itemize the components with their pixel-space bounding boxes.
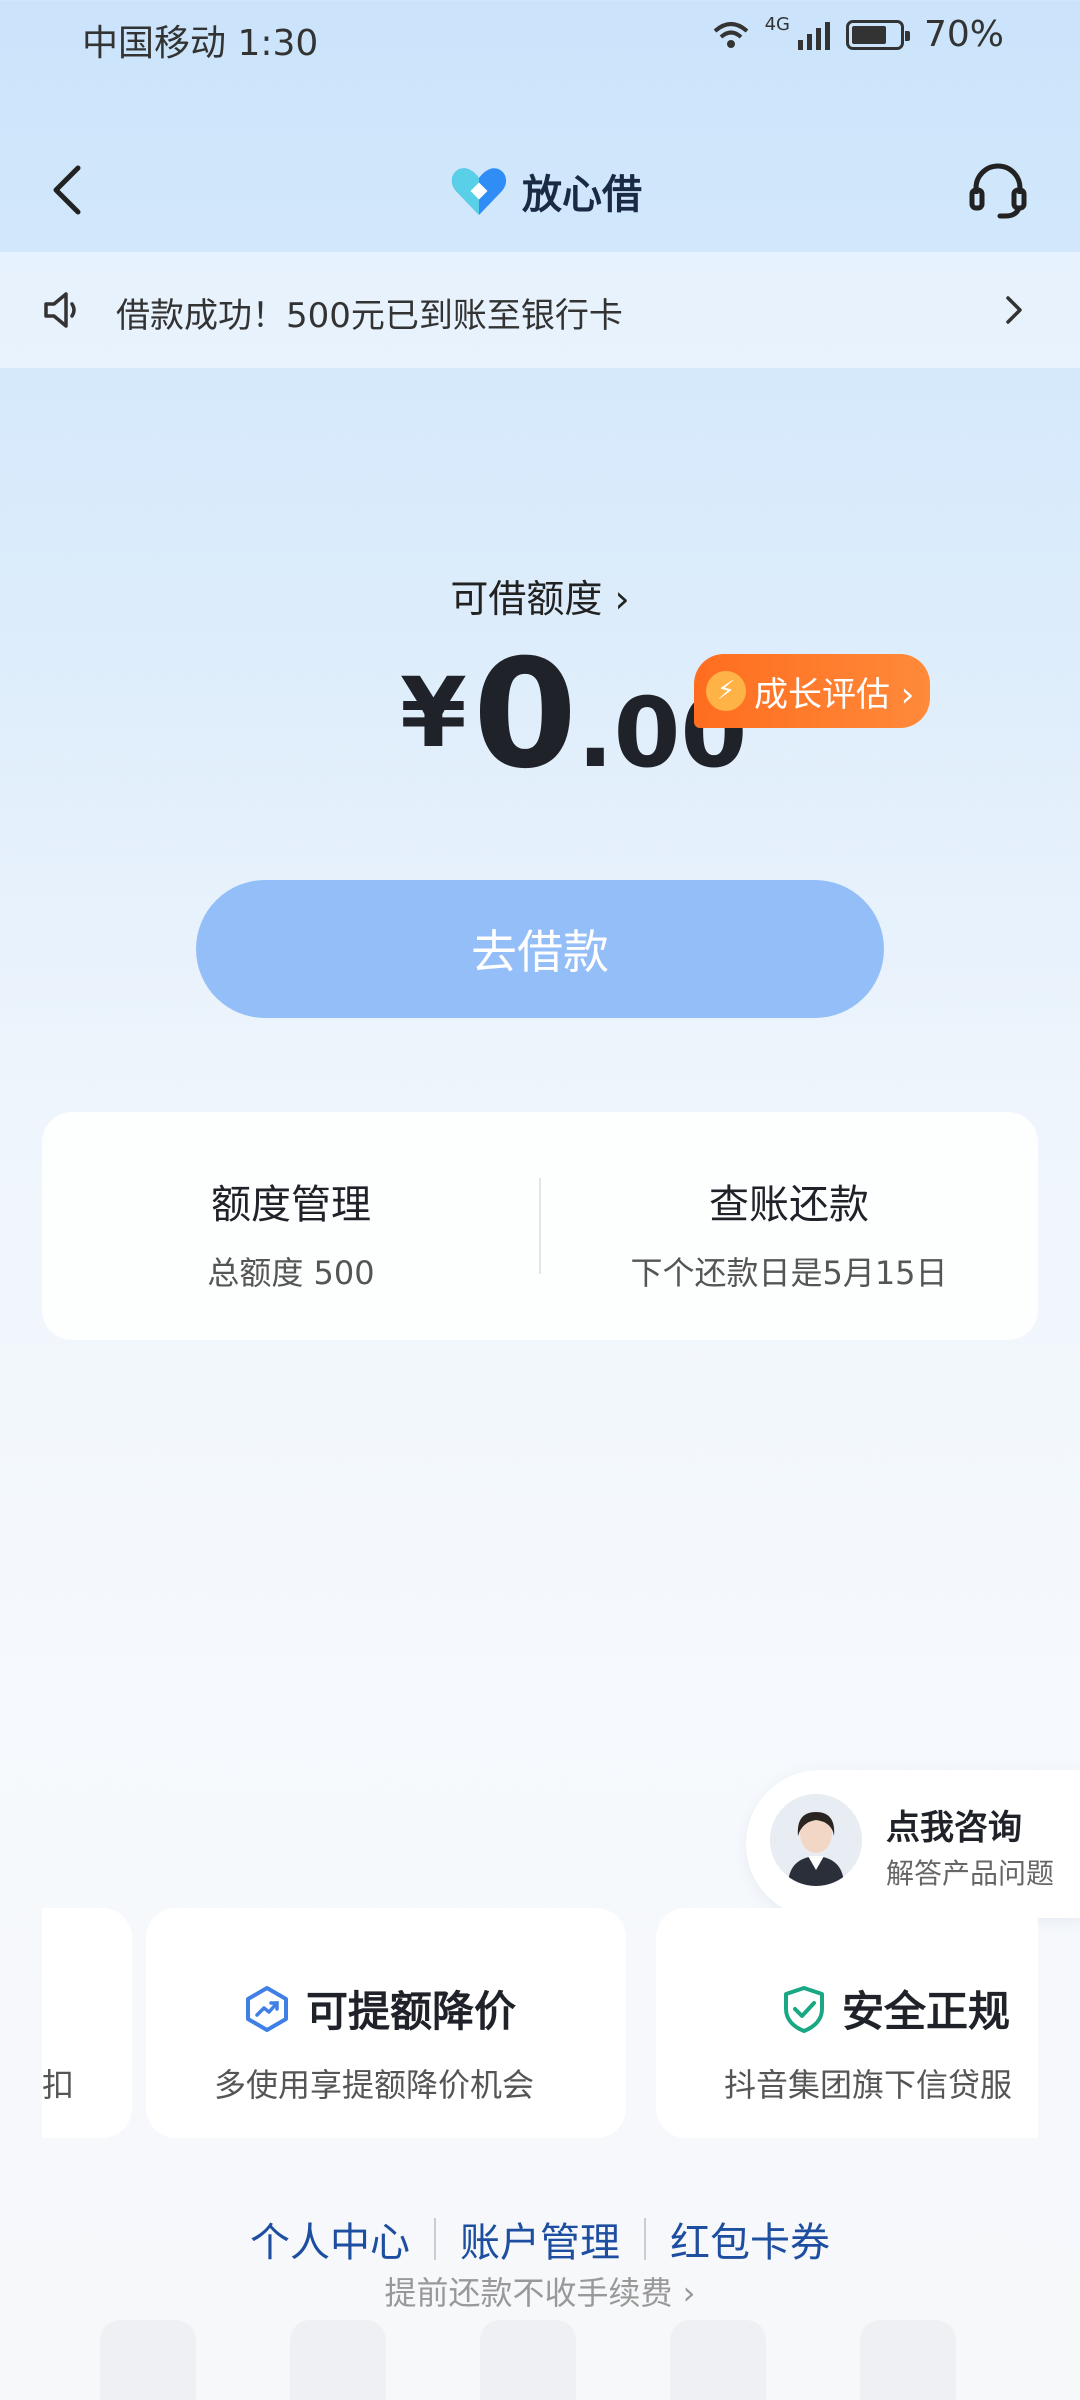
placeholder-block bbox=[290, 2320, 386, 2400]
currency-symbol: ¥ bbox=[400, 657, 467, 769]
feature-card-partial[interactable]: 扣 bbox=[42, 1908, 132, 2138]
placeholder-block bbox=[480, 2320, 576, 2400]
account-management-link[interactable]: 账户管理 bbox=[460, 2210, 620, 2268]
carrier-time: 中国移动 1:30 bbox=[82, 23, 319, 64]
battery-icon bbox=[845, 19, 910, 50]
amount-integer: 0 bbox=[472, 628, 578, 802]
shield-check-icon bbox=[784, 1985, 824, 2033]
quota-management-title: 额度管理 bbox=[211, 1182, 371, 1228]
feature-safe-heading: 安全正规 bbox=[782, 1978, 1010, 2039]
agent-avatar bbox=[770, 1794, 862, 1886]
wifi-icon bbox=[713, 21, 748, 48]
speaker-icon bbox=[44, 292, 76, 328]
heart-logo-icon bbox=[451, 168, 507, 215]
consult-subtitle: 解答产品问题 bbox=[886, 1857, 1055, 1890]
bill-repayment[interactable]: 查账还款 下个还款日是5月15日 bbox=[540, 1172, 1038, 1294]
app-logo: 放心借 bbox=[450, 162, 642, 220]
growth-evaluation-badge[interactable]: ⚡ 成长评估 › bbox=[694, 654, 930, 728]
chevron-right-icon bbox=[1006, 296, 1022, 324]
feature-card-credit-increase[interactable]: 可提额降价 多使用享提额降价机会 bbox=[146, 1908, 626, 2138]
status-bar: 中国移动 1:30 4G 70% bbox=[0, 0, 1080, 80]
next-repayment-date: 下个还款日是5月15日 bbox=[630, 1254, 948, 1292]
back-icon[interactable] bbox=[40, 160, 100, 220]
trend-up-icon bbox=[246, 1985, 288, 2032]
personal-center-link[interactable]: 个人中心 bbox=[250, 2210, 410, 2268]
link-separator bbox=[434, 2218, 436, 2260]
status-icons: 4G 70% bbox=[711, 14, 1004, 55]
signal-icon bbox=[797, 21, 830, 50]
summary-card: 额度管理 总额度 500 查账还款 下个还款日是5月15日 bbox=[42, 1112, 1038, 1340]
consult-title: 点我咨询 bbox=[886, 1808, 1022, 1848]
nav-bar: 放心借 bbox=[0, 130, 1080, 250]
feature-safe-title: 安全正规 bbox=[842, 1987, 1011, 2036]
bill-repayment-title: 查账还款 bbox=[709, 1182, 869, 1228]
link-separator bbox=[644, 2218, 646, 2260]
consult-button[interactable]: 点我咨询 解答产品问题 bbox=[746, 1770, 1080, 1918]
feature-card-safe[interactable]: 安全正规 抖音集团旗下信贷服 bbox=[656, 1908, 1038, 2138]
feature-carousel[interactable]: 扣 可提额降价 多使用享提额降价机会 安全正规 抖音集团旗下信贷服 bbox=[42, 1908, 1038, 2138]
notice-text: 借款成功！500元已到账至银行卡 bbox=[116, 296, 623, 336]
bottom-placeholder bbox=[100, 2320, 1000, 2400]
app-name: 放心借 bbox=[522, 172, 642, 218]
feature-safe-desc: 抖音集团旗下信贷服 bbox=[724, 2066, 1013, 2104]
footer-links: 个人中心 账户管理 红包卡券 bbox=[0, 2210, 1080, 2268]
placeholder-block bbox=[860, 2320, 956, 2400]
feature-partial-text: 扣 bbox=[42, 2066, 75, 2104]
feature-credit-increase-desc: 多使用享提额降价机会 bbox=[214, 2066, 535, 2104]
lightning-icon: ⚡ bbox=[706, 671, 746, 711]
total-quota-text: 总额度 500 bbox=[207, 1254, 375, 1292]
feature-credit-increase-heading: 可提额降价 bbox=[244, 1978, 516, 2039]
notice-bar[interactable]: 借款成功！500元已到账至银行卡 bbox=[0, 252, 1080, 368]
coupons-link[interactable]: 红包卡券 bbox=[670, 2210, 830, 2268]
borrow-button[interactable]: 去借款 bbox=[196, 880, 884, 1018]
placeholder-block bbox=[100, 2320, 196, 2400]
available-quota-label[interactable]: 可借额度 › bbox=[0, 568, 1080, 623]
placeholder-block bbox=[670, 2320, 766, 2400]
headset-icon[interactable] bbox=[966, 158, 1030, 222]
feature-credit-increase-title: 可提额降价 bbox=[306, 1987, 517, 2036]
quota-management[interactable]: 额度管理 总额度 500 bbox=[42, 1172, 540, 1294]
early-repayment-link[interactable]: 提前还款不收手续费 › bbox=[0, 2268, 1080, 2314]
battery-percent: 70% bbox=[923, 14, 1004, 55]
growth-badge-label: 成长评估 › bbox=[754, 674, 915, 715]
network-label: 4G bbox=[764, 14, 790, 35]
